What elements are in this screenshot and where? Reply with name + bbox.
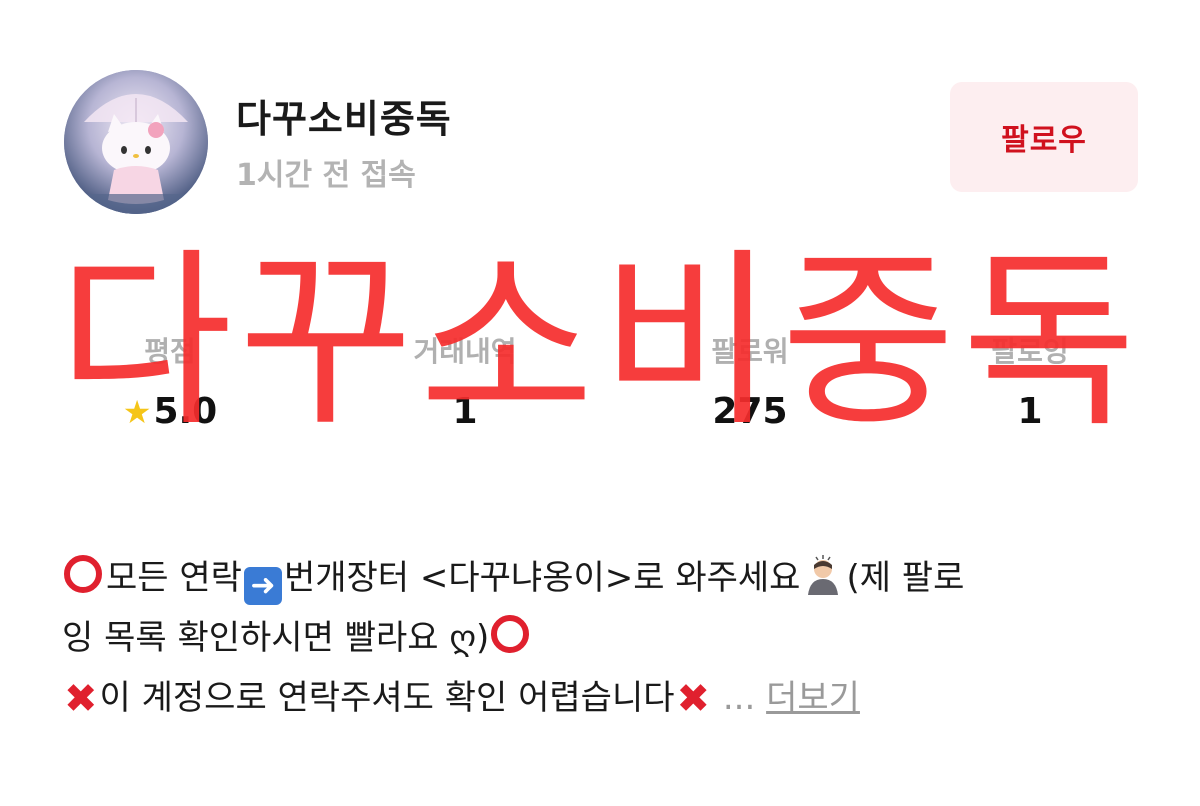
profile-stats: 평점 ★5.0 거래내역 1 팔로워 275 팔로잉 1 [60, 330, 1140, 440]
heart-hands-icon: ღ [449, 618, 477, 658]
avatar-image [64, 70, 208, 214]
stat-value: 275 [712, 391, 788, 432]
username: 다꾸소비중독 [236, 97, 452, 141]
bio-line: 모든 연락 ➜ 번개장터 <다꾸냐옹이>로 와주세요 (제 팔로 [62, 548, 1142, 608]
bowing-person-icon [808, 555, 839, 595]
bio-text: 이 계정으로 연락주셔도 확인 어렵습니다 [99, 678, 675, 718]
stat-value: 1 [1017, 391, 1043, 432]
bio-line: 잉 목록 확인하시면 빨라요 ღ) [62, 608, 1142, 668]
bio-text: 잉 목록 확인하시면 빨라요 [62, 618, 450, 658]
stat-transactions[interactable]: 거래내역 1 [355, 330, 575, 440]
more-link[interactable]: 더보기 [766, 678, 860, 718]
profile-bio: 모든 연락 ➜ 번개장터 <다꾸냐옹이>로 와주세요 (제 팔로 잉 목록 확인하시… [62, 548, 1142, 729]
bio-text: (제 팔로 [846, 558, 965, 598]
stat-value: ★5.0 [60, 384, 280, 440]
stat-following[interactable]: 팔로잉 1 [920, 330, 1140, 440]
rating-value: 5.0 [153, 391, 218, 432]
bio-text: ) [476, 618, 490, 658]
bio-text: 모든 연락 [106, 558, 242, 598]
stat-label: 평점 [144, 335, 196, 368]
star-icon: ★ [122, 393, 152, 431]
cross-mark-icon: ✖ [64, 676, 98, 722]
red-circle-icon [491, 615, 530, 653]
stat-label: 팔로워 [711, 335, 789, 368]
bio-line: ✖이 계정으로 연락주셔도 확인 어렵습니다✖ ... 더보기 [62, 668, 1142, 729]
stat-label: 거래내역 [413, 335, 517, 368]
red-circle-icon [64, 555, 102, 593]
last-active-status: 1시간 전 접속 [236, 158, 416, 193]
bio-text: 번개장터 <다꾸냐옹이>로 와주세요 [283, 558, 801, 598]
follow-button[interactable]: 팔로우 [950, 82, 1138, 192]
stat-rating[interactable]: 평점 ★5.0 [60, 330, 280, 440]
profile-page: 다꾸소비중독 1시간 전 접속 팔로우 평점 ★5.0 거래내역 1 팔로워 2… [0, 0, 1200, 806]
ellipsis: ... [722, 678, 756, 718]
cross-mark-icon: ✖ [676, 676, 711, 722]
stat-followers[interactable]: 팔로워 275 [640, 330, 860, 440]
stat-value: 1 [452, 391, 478, 432]
stat-label: 팔로잉 [991, 335, 1069, 368]
avatar[interactable] [64, 70, 208, 214]
right-arrow-icon: ➜ [243, 567, 282, 605]
